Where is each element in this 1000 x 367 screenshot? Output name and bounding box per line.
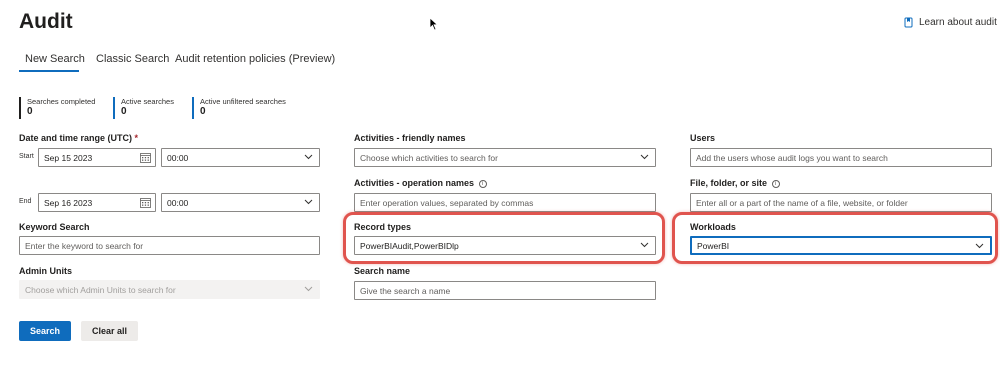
stat-active-unfiltered-searches: Active unfiltered searches 0 [192, 97, 286, 119]
stat-label: Searches completed [27, 97, 96, 106]
search-name-input[interactable]: Give the search a name [354, 281, 656, 300]
chevron-down-icon [304, 199, 313, 205]
end-time-value: 00:00 [167, 197, 189, 208]
date-range-label-text: Date and time range (UTC) [19, 133, 133, 143]
calendar-icon[interactable] [140, 197, 151, 208]
date-range-label: Date and time range (UTC) * [19, 133, 138, 143]
end-date-picker[interactable]: Sep 16 2023 [38, 193, 156, 212]
stat-value: 0 [121, 106, 127, 117]
admin-units-dropdown: Choose which Admin Units to search for [19, 280, 320, 299]
required-mark: * [134, 133, 139, 143]
workloads-dropdown[interactable]: PowerBI [690, 236, 992, 255]
info-icon[interactable]: i [771, 179, 780, 188]
record-types-value: PowerBIAudit,PowerBIDlp [360, 240, 459, 251]
record-types-label: Record types [354, 222, 412, 232]
activities-friendly-dropdown[interactable]: Choose which activities to search for [354, 148, 656, 167]
clear-all-button[interactable]: Clear all [81, 321, 138, 341]
page-title: Audit [19, 10, 73, 33]
start-time-dropdown[interactable]: 00:00 [161, 148, 320, 167]
stat-value: 0 [27, 106, 33, 117]
info-icon[interactable]: i [478, 179, 487, 188]
keyword-search-label: Keyword Search [19, 222, 90, 232]
activities-operation-input[interactable]: Enter operation values, separated by com… [354, 193, 656, 212]
stat-active-searches: Active searches 0 [113, 97, 174, 119]
start-date-picker[interactable]: Sep 15 2023 [38, 148, 156, 167]
workloads-label: Workloads [690, 222, 736, 232]
record-types-dropdown[interactable]: PowerBIAudit,PowerBIDlp [354, 236, 656, 255]
end-label: End [19, 198, 32, 205]
start-label: Start [19, 153, 34, 160]
activities-friendly-placeholder: Choose which activities to search for [360, 152, 498, 163]
activities-operation-label-text: Activities - operation names [354, 178, 475, 188]
end-time-dropdown[interactable]: 00:00 [161, 193, 320, 212]
document-icon [904, 17, 913, 28]
activities-friendly-label: Activities - friendly names [354, 133, 466, 143]
tab-classic-search[interactable]: Classic Search [96, 53, 169, 65]
start-time-value: 00:00 [167, 152, 189, 163]
start-date-value: Sep 15 2023 [44, 152, 93, 163]
end-date-value: Sep 16 2023 [44, 197, 93, 208]
chevron-down-icon [975, 243, 984, 249]
stat-value: 0 [200, 106, 206, 117]
activities-operation-label: Activities - operation names i [354, 178, 487, 188]
admin-units-label: Admin Units [19, 266, 72, 276]
admin-units-placeholder: Choose which Admin Units to search for [25, 284, 176, 295]
tab-audit-retention-policies[interactable]: Audit retention policies (Preview) [175, 53, 335, 65]
search-button[interactable]: Search [19, 321, 71, 341]
mouse-cursor-icon [429, 17, 439, 31]
stat-bar [113, 97, 115, 119]
users-label: Users [690, 133, 716, 143]
workloads-value: PowerBI [697, 240, 730, 251]
file-folder-input[interactable]: Enter all or a part of the name of a fil… [690, 193, 992, 212]
stat-searches-completed: Searches completed 0 [19, 97, 95, 119]
active-tab-indicator [19, 70, 79, 72]
keyword-search-input[interactable]: Enter the keyword to search for [19, 236, 320, 255]
stat-bar [192, 97, 194, 119]
tab-new-search[interactable]: New Search [25, 53, 85, 65]
chevron-down-icon [304, 154, 313, 160]
chevron-down-icon [640, 154, 649, 160]
search-name-label: Search name [354, 266, 411, 276]
users-input[interactable]: Add the users whose audit logs you want … [690, 148, 992, 167]
calendar-icon[interactable] [140, 152, 151, 163]
stat-label: Active searches [121, 97, 174, 106]
stat-label: Active unfiltered searches [200, 97, 286, 106]
chevron-down-icon [304, 286, 313, 292]
stat-bar [19, 97, 21, 119]
learn-about-audit-link[interactable]: Learn about audit [904, 17, 997, 28]
file-folder-label: File, folder, or site i [690, 178, 780, 188]
file-folder-label-text: File, folder, or site [690, 178, 768, 188]
chevron-down-icon [640, 242, 649, 248]
learn-link-label: Learn about audit [919, 17, 997, 28]
